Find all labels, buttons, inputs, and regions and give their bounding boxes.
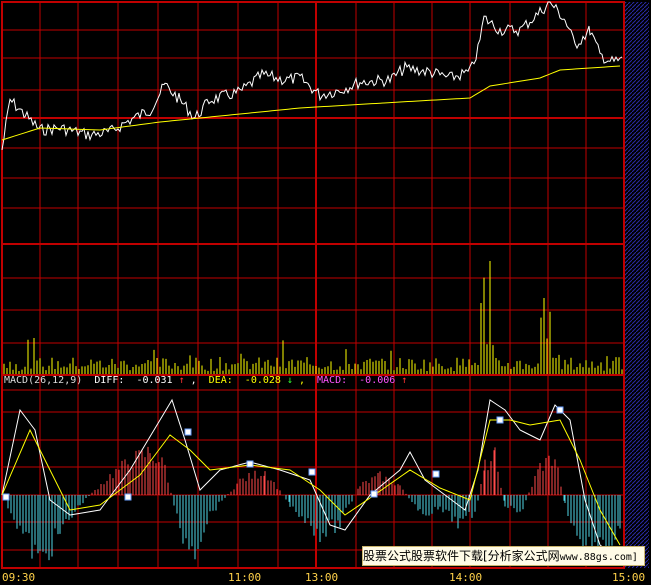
dea-value: -0.028 <box>244 375 281 386</box>
crossover-marker-icon-4 <box>308 468 316 476</box>
intraday-chart[interactable] <box>0 0 651 585</box>
time-label-open: 09:30 <box>2 571 36 584</box>
watermark-site: www.88gs.com] <box>559 552 638 563</box>
diff-value: -0.031 <box>136 375 173 386</box>
crossover-marker-icon-5 <box>370 490 378 498</box>
macd-value: -0.006 <box>359 375 396 386</box>
crossover-marker-icon-7 <box>496 416 504 424</box>
dea-label: DEA: <box>208 375 233 386</box>
dea-arrow-icon: ↓ <box>286 375 293 386</box>
diff-readout: DIFF: -0.031 ↑, <box>94 375 197 386</box>
crossover-marker-icon-1 <box>124 493 132 501</box>
diff-label: DIFF: <box>94 375 125 386</box>
macd-label: MACD: <box>317 375 348 386</box>
macd-readout: MACD: -0.006 ↑ <box>317 375 413 386</box>
macd-indicator-header: MACD(26,12,9) DIFF: -0.031 ↑, DEA: -0.028… <box>4 375 419 386</box>
macd-arrow-icon: ↑ <box>401 375 408 386</box>
crossover-marker-icon-0 <box>2 493 10 501</box>
crossover-marker-icon-8 <box>556 406 564 414</box>
dea-readout: DEA: -0.028 ↓, <box>208 375 305 386</box>
diff-arrow-icon: ↑ <box>178 375 185 386</box>
time-label-midday: 11:00 <box>228 571 262 584</box>
watermark-text: 股票公式股票软件下载[分析家公式网 <box>363 549 560 563</box>
crossover-marker-icon-6 <box>432 470 440 478</box>
watermark-banner[interactable]: 股票公式股票软件下载[分析家公式网www.88gs.com] <box>362 546 645 566</box>
hatched-margin <box>624 2 649 568</box>
time-label-close: 15:00 <box>612 571 646 584</box>
crossover-marker-icon-3 <box>246 460 254 468</box>
macd-params-label: MACD(26,12,9) <box>4 375 83 386</box>
intraday-chart-window: MACD(26,12,9) DIFF: -0.031 ↑, DEA: -0.028… <box>0 0 651 585</box>
crossover-marker-icon-2 <box>184 428 192 436</box>
time-label-afternoon: 13:00 <box>305 571 339 584</box>
time-label-late: 14:00 <box>449 571 483 584</box>
